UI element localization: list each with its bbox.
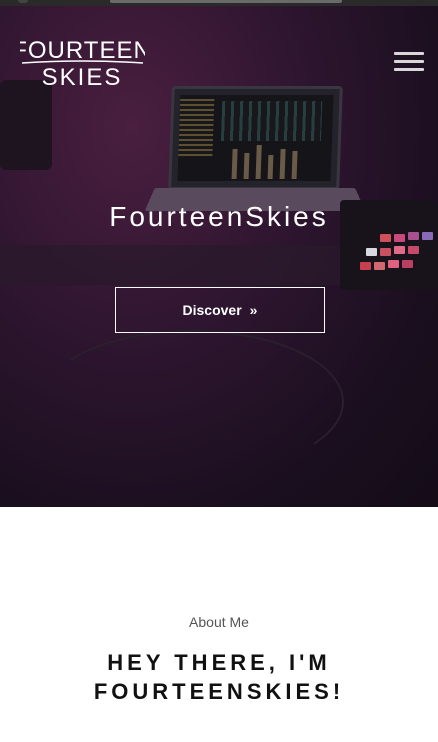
browser-top-strip: [0, 0, 438, 6]
hero-title: FourteenSkies: [109, 201, 329, 232]
logo-line1: FOURTEEN: [20, 37, 145, 64]
double-chevron-right-icon: »: [249, 302, 258, 318]
logo-line2: SKIES: [42, 64, 123, 91]
laptop-screen-shape: [168, 86, 343, 190]
about-heading-line2: FOURTEENSKIES!: [93, 679, 345, 704]
desk-shape: [0, 245, 438, 285]
brand-logo[interactable]: FOURTEEN SKIES: [20, 35, 145, 91]
about-kicker: About Me: [189, 614, 249, 630]
cable-shape: [40, 330, 344, 474]
browser-address-slot: [110, 0, 342, 3]
browser-dot: [18, 0, 28, 3]
discover-button-label: Discover: [182, 302, 242, 318]
pad-grid-shape: [356, 230, 436, 276]
about-section: About Me HEY THERE, I'M FOURTEENSKIES!: [0, 507, 438, 742]
brand-logo-mark: FOURTEEN SKIES: [20, 37, 145, 91]
hamburger-icon[interactable]: [394, 52, 424, 72]
about-heading-line1: HEY THERE, I'M: [107, 650, 331, 675]
discover-button[interactable]: Discover »: [115, 287, 325, 333]
speaker-shape: [0, 80, 52, 170]
about-heading: HEY THERE, I'M FOURTEENSKIES!: [20, 648, 418, 706]
hero-section: FOURTEEN SKIES FourteenSkies Discover »: [0, 0, 438, 507]
